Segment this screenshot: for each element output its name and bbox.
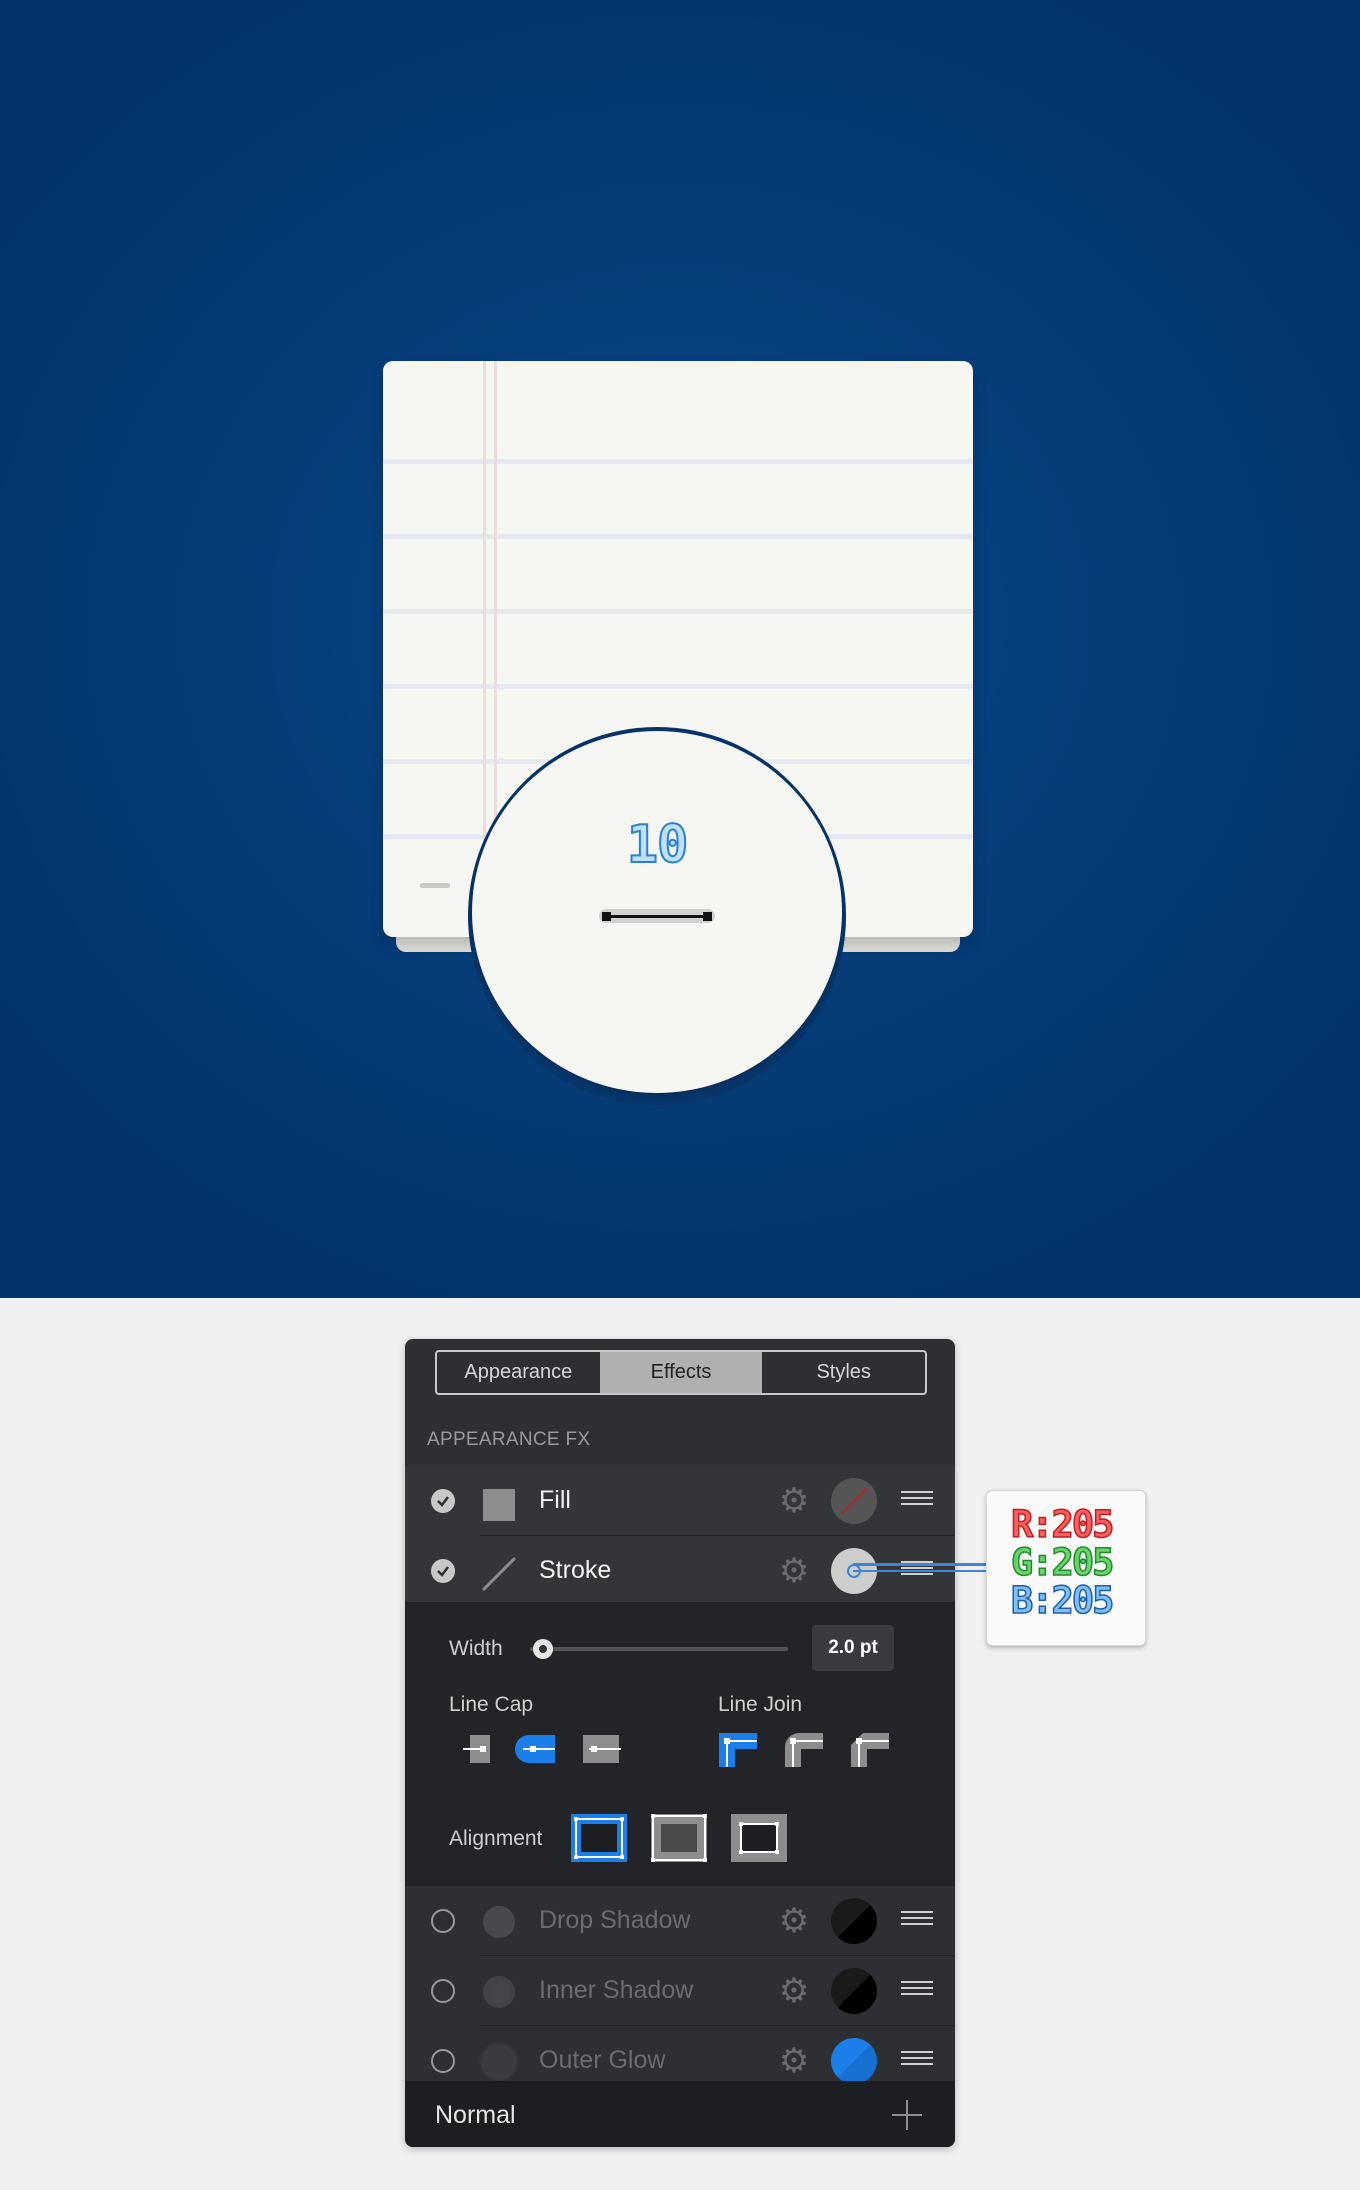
anchor-point: [602, 912, 611, 921]
stroke-enabled-checkbox[interactable]: [431, 1559, 455, 1583]
panel-tabs: Appearance Effects Styles: [435, 1350, 927, 1395]
section-title: APPEARANCE FX: [427, 1429, 591, 1450]
rgb-green-value: G:205: [1010, 1540, 1115, 1585]
artboard-canvas: 10: [0, 0, 1360, 1298]
drop-shadow-label: Drop Shadow: [539, 1906, 691, 1934]
outer-glow-label: Outer Glow: [539, 2046, 666, 2074]
callout-connector: [853, 1563, 987, 1566]
line-cap-label: Line Cap: [449, 1693, 534, 1716]
fill-enabled-checkbox[interactable]: [431, 1489, 455, 1513]
stroke-path-line: [607, 915, 707, 918]
fill-square-icon: [483, 1489, 515, 1521]
drag-handle-icon[interactable]: [901, 2051, 933, 2069]
paper-dash-mark: [420, 883, 450, 888]
outer-glow-icon: [483, 2046, 515, 2078]
gear-icon[interactable]: ⚙: [777, 2044, 811, 2078]
miter-join-icon[interactable]: [717, 1731, 757, 1767]
drag-handle-icon[interactable]: [901, 1491, 933, 1509]
inner-shadow-icon: [483, 1976, 515, 2008]
magnified-stroke-path: [599, 909, 715, 923]
stroke-label: Stroke: [539, 1556, 612, 1584]
gear-icon[interactable]: ⚙: [777, 1554, 811, 1588]
appearance-panel: Appearance Effects Styles APPEARANCE FX …: [405, 1339, 955, 2147]
width-label: Width: [449, 1637, 503, 1660]
fill-row[interactable]: Fill ⚙: [405, 1466, 955, 1536]
callout-connector: [853, 1570, 987, 1572]
gear-icon[interactable]: ⚙: [777, 1484, 811, 1518]
panel-footer: Normal: [405, 2081, 955, 2147]
stroke-line-icon: [481, 1556, 517, 1592]
gear-icon[interactable]: ⚙: [777, 1904, 811, 1938]
stroke-options: Width 2.0 pt Line Cap Line Join Alignmen…: [405, 1602, 955, 1886]
line-join-label: Line Join: [718, 1693, 803, 1716]
align-center-icon[interactable]: [651, 1814, 707, 1862]
checkmark-icon: [437, 1566, 449, 1577]
inner-shadow-label: Inner Shadow: [539, 1976, 694, 2004]
rgb-callout: R:205 G:205 B:205: [986, 1490, 1146, 1646]
tab-styles[interactable]: Styles: [762, 1352, 925, 1393]
paper-rule-line: [383, 609, 973, 614]
drop-shadow-color-swatch[interactable]: [831, 1898, 877, 1944]
rgb-blue-value: B:205: [1010, 1578, 1115, 1623]
anchor-point: [703, 912, 712, 921]
checkmark-icon: [437, 1496, 449, 1507]
inner-shadow-checkbox[interactable]: [431, 1979, 455, 2003]
inner-shadow-color-swatch[interactable]: [831, 1968, 877, 2014]
width-value-field[interactable]: 2.0 pt: [812, 1625, 894, 1671]
gear-icon[interactable]: ⚙: [777, 1974, 811, 2008]
fill-label: Fill: [539, 1486, 571, 1514]
tab-appearance[interactable]: Appearance: [437, 1352, 600, 1393]
drag-handle-icon[interactable]: [901, 1981, 933, 1999]
alignment-label: Alignment: [449, 1827, 543, 1850]
drag-handle-icon[interactable]: [901, 1911, 933, 1929]
round-cap-icon[interactable]: [515, 1731, 555, 1767]
projecting-cap-icon[interactable]: [581, 1731, 621, 1767]
paper-rule-line: [383, 684, 973, 689]
blend-mode-select[interactable]: Normal: [435, 2101, 516, 2130]
outer-glow-color-swatch[interactable]: [831, 2038, 877, 2084]
align-inside-icon[interactable]: [571, 1814, 627, 1862]
magnifier-zoom-number: 10: [626, 814, 690, 876]
drop-shadow-icon: [483, 1906, 515, 1938]
fill-color-swatch[interactable]: [831, 1478, 877, 1524]
width-slider-thumb[interactable]: [532, 1639, 553, 1659]
add-icon[interactable]: [890, 2098, 924, 2132]
tab-effects[interactable]: Effects: [599, 1352, 763, 1393]
round-join-icon[interactable]: [783, 1731, 823, 1767]
magnifier-lens: 10: [472, 731, 842, 1093]
paper-rule-line: [383, 459, 973, 464]
align-outside-icon[interactable]: [731, 1814, 787, 1862]
rgb-red-value: R:205: [1010, 1502, 1115, 1547]
bevel-join-icon[interactable]: [849, 1731, 889, 1767]
drop-shadow-checkbox[interactable]: [431, 1909, 455, 1933]
no-color-icon: [840, 1487, 868, 1515]
butt-cap-icon[interactable]: [463, 1731, 503, 1767]
inner-shadow-row[interactable]: Inner Shadow ⚙: [405, 1956, 955, 2026]
width-slider[interactable]: [530, 1647, 788, 1651]
drop-shadow-row[interactable]: Drop Shadow ⚙: [405, 1886, 955, 1956]
outer-glow-checkbox[interactable]: [431, 2049, 455, 2073]
paper-rule-line: [383, 534, 973, 539]
